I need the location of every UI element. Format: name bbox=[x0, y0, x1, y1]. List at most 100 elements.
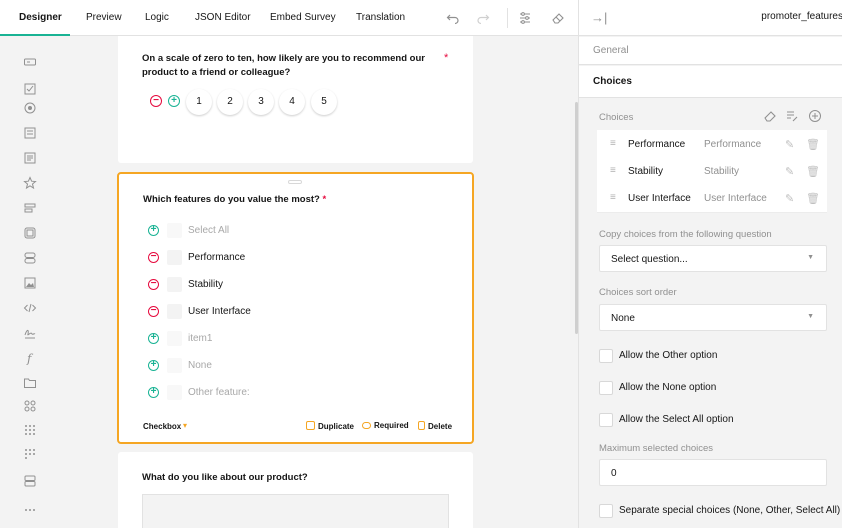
choice-text[interactable]: Performance bbox=[704, 139, 761, 150]
rate-item[interactable]: 1 bbox=[186, 89, 212, 115]
panel-icon[interactable] bbox=[22, 473, 38, 489]
html-icon[interactable] bbox=[22, 300, 38, 316]
undo-icon[interactable] bbox=[446, 11, 460, 25]
matrix-icon[interactable] bbox=[22, 398, 38, 414]
rating-icon[interactable] bbox=[22, 175, 38, 191]
question-type-selector[interactable]: Checkbox bbox=[143, 422, 181, 431]
edit-icon[interactable]: ✎ bbox=[785, 192, 794, 205]
option-label[interactable]: Stability bbox=[188, 278, 223, 292]
edit-icon[interactable]: ✎ bbox=[785, 138, 794, 151]
file-icon[interactable] bbox=[22, 375, 38, 391]
text-input-icon[interactable] bbox=[22, 54, 38, 70]
max-selected-input[interactable]: 0 bbox=[599, 459, 827, 486]
add-item-icon[interactable]: + bbox=[148, 387, 159, 398]
option-label[interactable]: Performance bbox=[188, 251, 245, 265]
question-title[interactable]: On a scale of zero to ten, how likely ar… bbox=[142, 52, 432, 80]
sort-order-dropdown[interactable]: None ▼ bbox=[599, 304, 827, 331]
trash-icon[interactable]: 🗑 bbox=[806, 192, 820, 205]
add-rate-icon[interactable]: + bbox=[168, 95, 180, 107]
remove-item-icon[interactable]: − bbox=[148, 252, 159, 263]
choice-row[interactable]: ≡ User Interface User Interface ✎ 🗑 bbox=[597, 184, 827, 213]
choice-row[interactable]: ≡ Performance Performance ✎ 🗑 bbox=[597, 130, 827, 159]
drag-handle-icon[interactable]: ≡ bbox=[610, 192, 616, 203]
add-item-icon[interactable]: + bbox=[148, 333, 159, 344]
option-label[interactable]: Select All bbox=[188, 224, 229, 238]
trash-icon[interactable]: 🗑 bbox=[806, 165, 820, 178]
remove-item-icon[interactable]: − bbox=[148, 306, 159, 317]
redo-icon[interactable] bbox=[476, 11, 490, 25]
edit-icon[interactable]: ✎ bbox=[785, 165, 794, 178]
ranking-icon[interactable] bbox=[22, 200, 38, 216]
question-card-checkbox[interactable]: Which features do you value the most? * … bbox=[117, 172, 474, 444]
tab-json-editor[interactable]: JSON Editor bbox=[195, 0, 251, 36]
add-item-icon[interactable]: + bbox=[148, 225, 159, 236]
tab-designer[interactable]: Designer bbox=[19, 0, 62, 36]
option-checkbox[interactable] bbox=[167, 304, 182, 319]
add-choice-icon[interactable] bbox=[808, 109, 822, 126]
tab-logic[interactable]: Logic bbox=[145, 0, 169, 36]
choice-text[interactable]: User Interface bbox=[704, 193, 767, 204]
allow-select-all-checkbox[interactable]: Allow the Select All option bbox=[599, 413, 839, 429]
section-choices[interactable]: Choices bbox=[579, 66, 842, 98]
remove-rate-icon[interactable]: − bbox=[150, 95, 162, 107]
rate-item[interactable]: 4 bbox=[279, 89, 305, 115]
question-card-comment[interactable]: What do you like about our product? bbox=[118, 452, 473, 528]
option-checkbox[interactable] bbox=[167, 385, 182, 400]
more-icon[interactable] bbox=[22, 502, 38, 518]
radiogroup-icon[interactable] bbox=[22, 100, 38, 116]
dropdown-icon[interactable] bbox=[22, 125, 38, 141]
matrix-dropdown-icon[interactable] bbox=[22, 422, 38, 438]
choice-value[interactable]: User Interface bbox=[628, 193, 691, 204]
choice-value[interactable]: Stability bbox=[628, 166, 663, 177]
option-label[interactable]: User Interface bbox=[188, 305, 251, 319]
choice-value[interactable]: Performance bbox=[628, 139, 685, 150]
boolean-icon[interactable] bbox=[22, 250, 38, 266]
signature-icon[interactable] bbox=[22, 325, 38, 341]
option-checkbox[interactable] bbox=[167, 277, 182, 292]
drag-handle[interactable] bbox=[288, 180, 302, 184]
comment-textarea[interactable] bbox=[142, 494, 449, 528]
option-checkbox[interactable] bbox=[167, 250, 182, 265]
option-checkbox[interactable] bbox=[167, 223, 182, 238]
question-card-rating[interactable]: On a scale of zero to ten, how likely ar… bbox=[118, 36, 473, 163]
image-picker-icon[interactable] bbox=[22, 225, 38, 241]
drag-handle-icon[interactable]: ≡ bbox=[610, 165, 616, 176]
comment-icon[interactable] bbox=[22, 150, 38, 166]
remove-item-icon[interactable]: − bbox=[148, 279, 159, 290]
copy-choices-dropdown[interactable]: Select question... ▼ bbox=[599, 245, 827, 272]
option-label[interactable]: item1 bbox=[188, 332, 212, 346]
option-checkbox[interactable] bbox=[167, 358, 182, 373]
required-button[interactable]: Required bbox=[362, 421, 409, 430]
option-label[interactable]: None bbox=[188, 359, 212, 373]
tab-translation[interactable]: Translation bbox=[356, 0, 405, 36]
choice-text[interactable]: Stability bbox=[704, 166, 739, 177]
chevron-down-icon[interactable]: ▾ bbox=[183, 421, 187, 430]
tab-preview[interactable]: Preview bbox=[86, 0, 122, 36]
checkbox-icon[interactable] bbox=[22, 81, 38, 97]
matrix-dynamic-icon[interactable] bbox=[22, 446, 38, 462]
duplicate-button[interactable]: Duplicate bbox=[306, 421, 354, 431]
expression-icon[interactable]: f bbox=[22, 350, 38, 366]
question-title[interactable]: Which features do you value the most? * bbox=[143, 193, 326, 207]
rate-item[interactable]: 2 bbox=[217, 89, 243, 115]
rate-item[interactable]: 5 bbox=[311, 89, 337, 115]
image-icon[interactable] bbox=[22, 275, 38, 291]
option-label[interactable]: Other feature: bbox=[188, 386, 250, 400]
eraser-icon[interactable] bbox=[551, 11, 565, 25]
settings-icon[interactable] bbox=[518, 11, 532, 25]
option-checkbox[interactable] bbox=[167, 331, 182, 346]
tab-embed-survey[interactable]: Embed Survey bbox=[270, 0, 336, 36]
trash-icon[interactable]: 🗑 bbox=[806, 138, 820, 151]
collapse-panel-icon[interactable]: →| bbox=[591, 10, 607, 25]
choice-row[interactable]: ≡ Stability Stability ✎ 🗑 bbox=[597, 157, 827, 186]
section-general[interactable]: General bbox=[579, 37, 842, 65]
edit-choices-icon[interactable] bbox=[785, 109, 799, 126]
add-item-icon[interactable]: + bbox=[148, 360, 159, 371]
drag-handle-icon[interactable]: ≡ bbox=[610, 138, 616, 149]
delete-button[interactable]: Delete bbox=[418, 421, 452, 431]
clear-choices-icon[interactable] bbox=[763, 109, 777, 126]
separate-special-checkbox[interactable]: Separate special choices (None, Other, S… bbox=[599, 504, 840, 520]
allow-other-checkbox[interactable]: Allow the Other option bbox=[599, 349, 839, 365]
allow-none-checkbox[interactable]: Allow the None option bbox=[599, 381, 839, 397]
question-title[interactable]: What do you like about our product? bbox=[142, 471, 308, 485]
